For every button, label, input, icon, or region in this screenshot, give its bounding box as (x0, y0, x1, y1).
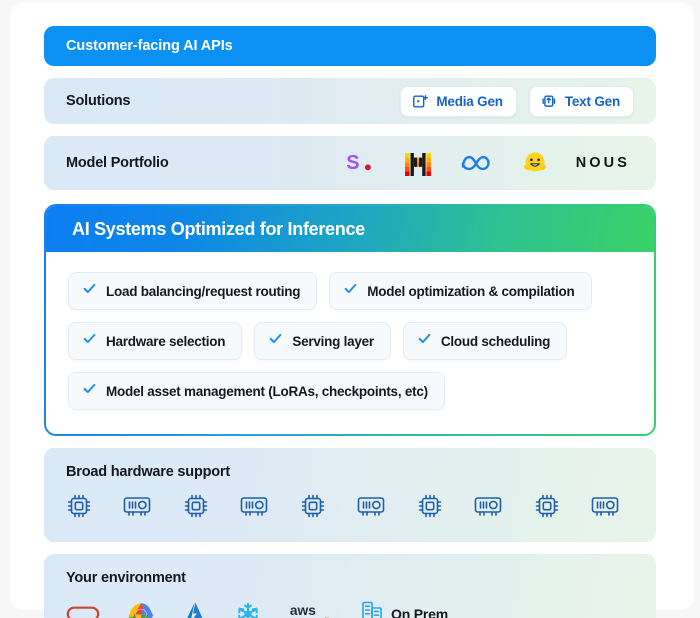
chip-hardware-selection[interactable]: Hardware selection (68, 322, 243, 360)
svg-text:aws: aws (290, 602, 316, 617)
cpu-chip-icon (300, 493, 326, 524)
ai-systems-header: AI Systems Optimized for Inference (46, 206, 654, 252)
band-title-solutions: Solutions (66, 93, 131, 109)
ai-systems-title: AI Systems Optimized for Inference (72, 218, 365, 239)
panel-your-environment: Your environment aws On Prem (44, 554, 656, 618)
ai-systems-inner: AI Systems Optimized for Inference Load … (46, 206, 654, 434)
on-prem-item: On Prem (361, 599, 448, 618)
snowflake-logo (235, 601, 261, 618)
check-icon (343, 281, 358, 301)
media-gen-icon (412, 93, 429, 110)
chip-row: Hardware selection Serving layer Cloud s… (68, 322, 632, 360)
check-icon (82, 281, 97, 301)
text-gen-icon (541, 93, 558, 110)
chip-model-asset-management[interactable]: Model asset management (LoRAs, checkpoin… (68, 372, 445, 410)
layer-stack: Customer-facing AI APIs Solutions Media … (44, 26, 656, 618)
panel-title-environment: Your environment (66, 570, 186, 586)
pill-text-gen-label: Text Gen (564, 93, 620, 109)
hugging-face-logo (522, 150, 548, 176)
solutions-pill-group: Media Gen Text Gen (388, 85, 634, 117)
band-title-model-portfolio: Model Portfolio (66, 155, 169, 171)
panel-title-hardware: Broad hardware support (66, 464, 230, 480)
nous-research-logo: NOUS (575, 155, 630, 171)
chip-label: Serving layer (292, 333, 374, 349)
check-icon (268, 331, 283, 351)
ai-systems-card: AI Systems Optimized for Inference Load … (44, 204, 656, 436)
chip-label: Cloud scheduling (440, 333, 551, 349)
panel-hardware-support: Broad hardware support (44, 448, 656, 542)
gpu-card-icon (590, 493, 620, 524)
ai-systems-body: Load balancing/request routing Model opt… (46, 252, 654, 434)
model-logo-row: S NOUS (346, 150, 634, 176)
page-root: Customer-facing AI APIs Solutions Media … (0, 0, 700, 618)
chip-label: Hardware selection (106, 333, 226, 349)
chip-load-balancing[interactable]: Load balancing/request routing (68, 272, 318, 310)
band-solutions: Solutions Media Gen Text Gen (44, 78, 656, 124)
chip-row: Load balancing/request routing Model opt… (68, 272, 632, 310)
gpu-card-icon (122, 493, 152, 524)
environment-logo-row: aws On Prem (66, 599, 634, 618)
aws-logo: aws (288, 601, 334, 618)
azure-logo (182, 601, 208, 618)
check-icon (82, 381, 97, 401)
on-prem-building-icon (361, 599, 383, 618)
hardware-icon-row (66, 493, 634, 524)
check-icon (82, 331, 97, 351)
cpu-chip-icon (66, 493, 92, 524)
chip-serving-layer[interactable]: Serving layer (254, 322, 391, 360)
band-model-portfolio: Model Portfolio S NOUS (44, 136, 656, 190)
check-icon (417, 331, 432, 351)
pill-text-gen[interactable]: Text Gen (528, 85, 634, 117)
svg-text:S: S (346, 152, 359, 174)
chip-cloud-scheduling[interactable]: Cloud scheduling (402, 322, 568, 360)
chip-label: Model asset management (LoRAs, checkpoin… (106, 383, 428, 399)
cpu-chip-icon (183, 493, 209, 524)
chip-label: Load balancing/request routing (106, 283, 301, 299)
stability-ai-logo: S (346, 150, 376, 176)
band-customer-facing-api[interactable]: Customer-facing AI APIs (44, 26, 656, 66)
google-cloud-logo (127, 601, 155, 618)
cpu-chip-icon (417, 493, 443, 524)
gpu-card-icon (356, 493, 386, 524)
gpu-card-icon (239, 493, 269, 524)
oracle-cloud-logo (66, 602, 100, 618)
mistral-ai-logo (404, 150, 432, 176)
on-prem-label: On Prem (391, 605, 448, 618)
pill-media-gen[interactable]: Media Gen (400, 85, 517, 117)
gpu-card-icon (473, 493, 503, 524)
chip-row: Model asset management (LoRAs, checkpoin… (68, 372, 632, 410)
chip-label: Model optimization & compilation (367, 283, 575, 299)
chip-model-optimization[interactable]: Model optimization & compilation (329, 272, 592, 310)
pill-media-gen-label: Media Gen (436, 93, 503, 109)
cpu-chip-icon (534, 493, 560, 524)
band-title-api: Customer-facing AI APIs (66, 38, 233, 54)
meta-logo (460, 152, 494, 174)
